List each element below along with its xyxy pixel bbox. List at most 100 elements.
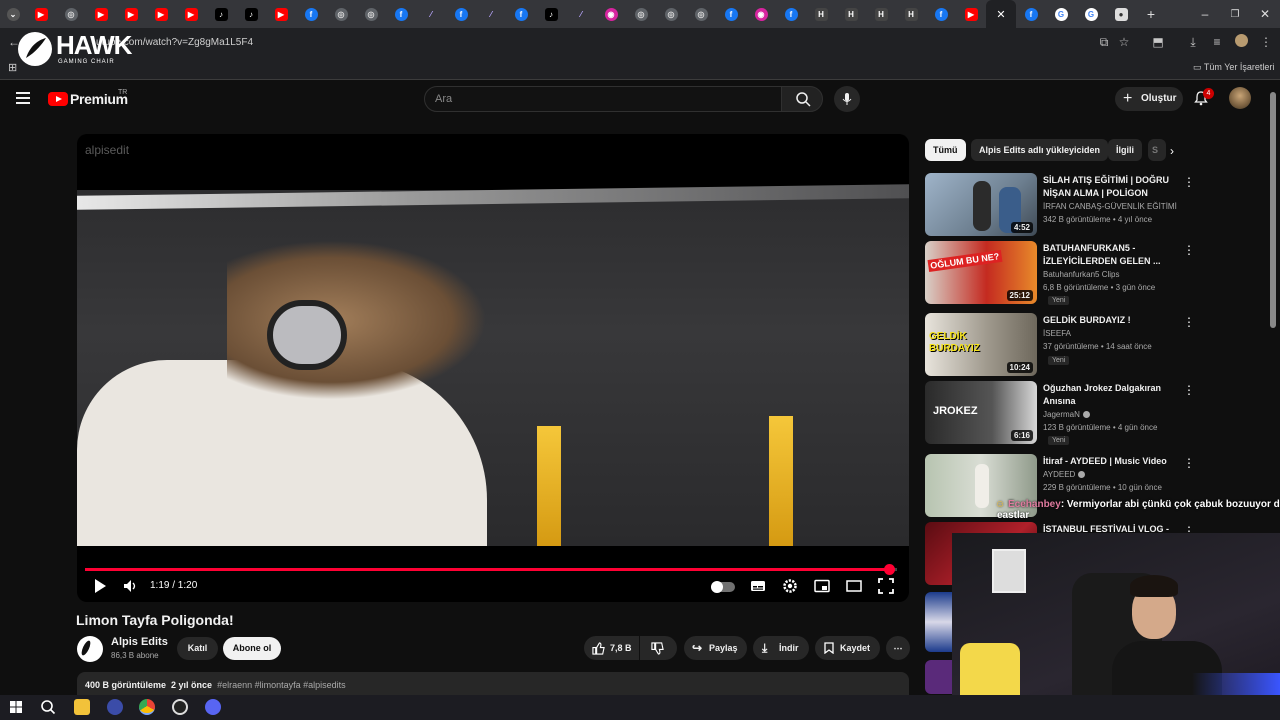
account-avatar[interactable] — [1229, 87, 1251, 109]
more-actions-button[interactable]: ⋯ — [886, 636, 910, 660]
settings-gear-icon[interactable] — [782, 578, 798, 594]
more-vertical-icon[interactable]: ⋮ — [1183, 315, 1195, 329]
more-vertical-icon[interactable]: ⋮ — [1183, 175, 1195, 189]
window-minimize-icon[interactable]: – — [1190, 0, 1220, 28]
recommendation-title[interactable]: GELDİK BURDAYIZ ! — [1043, 314, 1183, 327]
progress-scrubber-handle[interactable] — [883, 564, 895, 575]
video-thumbnail[interactable]: 4:52 — [925, 173, 1037, 236]
youtube-play-logo-icon[interactable] — [48, 92, 68, 106]
hashtags[interactable]: #elraenn #limontayfa #alpisedits — [217, 680, 346, 690]
create-button[interactable]: + Oluştur — [1115, 87, 1183, 111]
tab-feather-icon[interactable]: ⁄ — [416, 0, 446, 28]
recommendation-title[interactable]: BATUHANFURKAN5 - İZLEYİCİLERDEN GELEN ..… — [1043, 242, 1183, 268]
chip-all[interactable]: Tümü — [925, 139, 966, 161]
extensions-icon[interactable]: ⬒ — [1150, 34, 1166, 50]
recommendation-channel[interactable]: İRFAN CANBAŞ-GÜVENLİK EĞİTİMİ — [1043, 202, 1177, 211]
address-bar[interactable]: utube.com/watch?v=Zg8gMa1L5F4 — [96, 33, 1146, 53]
tab-youtube-icon[interactable]: ▶ — [176, 0, 206, 28]
subtitles-icon[interactable] — [750, 578, 766, 594]
window-restore-icon[interactable]: ❐ — [1220, 0, 1250, 28]
video-thumbnail[interactable]: GELDİK BURDAYIZ 10:24 — [925, 313, 1037, 376]
recommendation-item[interactable]: GELDİK BURDAYIZ 10:24 GELDİK BURDAYIZ ! … — [925, 313, 1265, 377]
tab-globe-icon[interactable]: ◎ — [356, 0, 386, 28]
video-thumbnail[interactable]: JROKEZ 6:16 — [925, 381, 1037, 444]
install-app-icon[interactable]: ⧉ — [1096, 34, 1112, 50]
tab-youtube-icon[interactable]: ▶ — [956, 0, 986, 28]
tab-youtube-icon[interactable]: ▶ — [26, 0, 56, 28]
tab-facebook-icon[interactable]: f — [506, 0, 536, 28]
autoplay-toggle[interactable] — [711, 581, 735, 593]
download-icon[interactable]: ⤓ — [1185, 34, 1201, 50]
browser-menu-icon[interactable]: ⋮ — [1258, 34, 1274, 50]
discord-icon[interactable] — [205, 699, 221, 715]
channel-avatar[interactable] — [77, 636, 103, 662]
tab-h-icon[interactable]: H — [836, 0, 866, 28]
more-vertical-icon[interactable]: ⋮ — [1183, 456, 1195, 470]
chip-related[interactable]: İlgili — [1108, 139, 1142, 161]
join-button[interactable]: Katıl — [177, 637, 218, 660]
recommendation-title[interactable]: Oğuzhan Jrokez Dalgakıran Anısına — [1043, 382, 1183, 408]
tab-youtube-icon[interactable]: ▶ — [116, 0, 146, 28]
tab-tiktok-icon[interactable]: ♪ — [206, 0, 236, 28]
tab-profile-icon[interactable]: ● — [1106, 0, 1136, 28]
tab-facebook-icon[interactable]: f — [386, 0, 416, 28]
tab-globe-icon[interactable]: ◎ — [626, 0, 656, 28]
all-bookmarks-folder[interactable]: ▭ Tüm Yer İşaretleri — [1193, 62, 1274, 73]
taskbar-search-icon[interactable] — [40, 699, 56, 715]
recommendation-item[interactable]: 4:52 SİLAH ATIŞ EĞİTİMİ | DOĞRU NİŞAN AL… — [925, 173, 1265, 237]
tab-h-icon[interactable]: H — [806, 0, 836, 28]
theater-mode-icon[interactable] — [846, 578, 862, 594]
file-explorer-icon[interactable] — [74, 699, 90, 715]
search-button[interactable] — [781, 86, 823, 112]
page-scrollbar[interactable] — [1270, 92, 1276, 328]
tab-facebook-icon[interactable]: f — [296, 0, 326, 28]
recommendation-thumbnail-partial[interactable] — [925, 592, 952, 652]
reading-list-icon[interactable]: ≡ — [1209, 34, 1225, 50]
active-tab-close-icon[interactable]: ✕ — [986, 0, 1016, 28]
chevron-right-icon[interactable]: › — [1170, 144, 1174, 158]
tab-facebook-icon[interactable]: f — [926, 0, 956, 28]
subscribe-button[interactable]: Abone ol — [223, 637, 281, 660]
recommendation-item[interactable]: JROKEZ 6:16 Oğuzhan Jrokez Dalgakıran An… — [925, 381, 1265, 445]
obs-icon[interactable] — [172, 699, 188, 715]
tab-globe-icon[interactable]: ◎ — [686, 0, 716, 28]
bookmark-star-icon[interactable]: ☆ — [1116, 34, 1132, 50]
tab-youtube-icon[interactable]: ▶ — [266, 0, 296, 28]
tab-feather-icon[interactable]: ⁄ — [476, 0, 506, 28]
video-thumbnail[interactable]: OĞLUM BU NE? 25:12 — [925, 241, 1037, 304]
share-button[interactable]: ↪ Paylaş — [684, 636, 747, 660]
channel-name[interactable]: Alpis Edits — [111, 636, 168, 648]
save-button[interactable]: Kaydet — [815, 636, 880, 660]
apps-grid-icon[interactable]: ⊞ — [8, 61, 17, 74]
chip-from-uploader[interactable]: Alpis Edits adlı yükleyiciden — [971, 139, 1109, 161]
play-icon[interactable] — [93, 578, 107, 594]
volume-icon[interactable] — [123, 578, 139, 594]
new-tab-plus-icon[interactable]: + — [1136, 0, 1166, 28]
windows-start-icon[interactable] — [8, 699, 24, 715]
tab-youtube-icon[interactable]: ▶ — [146, 0, 176, 28]
tab-globe-icon[interactable]: ◎ — [326, 0, 356, 28]
recommendation-channel[interactable]: AYDEED — [1043, 470, 1086, 479]
tab-search-chevron-icon[interactable]: ⌄ — [0, 0, 26, 28]
video-frame[interactable] — [77, 184, 909, 546]
tab-globe-icon[interactable]: ◎ — [656, 0, 686, 28]
tab-facebook-icon[interactable]: f — [1016, 0, 1046, 28]
recommendation-channel[interactable]: İSEEFA — [1043, 329, 1071, 338]
video-player[interactable]: alpisedit 1:19 / 1:20 — [77, 134, 909, 602]
download-button[interactable]: ⤓ İndir — [753, 636, 809, 660]
miniplayer-icon[interactable] — [814, 578, 830, 594]
chip-partial[interactable]: S — [1148, 139, 1166, 161]
dislike-button[interactable] — [640, 636, 677, 660]
tab-google-icon[interactable]: G — [1076, 0, 1106, 28]
tab-tiktok-icon[interactable]: ♪ — [536, 0, 566, 28]
recommendation-title[interactable]: SİLAH ATIŞ EĞİTİMİ | DOĞRU NİŞAN ALMA | … — [1043, 174, 1183, 200]
tab-instagram-icon[interactable]: ◉ — [596, 0, 626, 28]
window-close-icon[interactable]: ✕ — [1250, 0, 1280, 28]
fullscreen-icon[interactable] — [878, 578, 894, 594]
more-vertical-icon[interactable]: ⋮ — [1183, 383, 1195, 397]
progress-bar[interactable] — [85, 564, 897, 575]
profile-avatar-icon[interactable] — [1233, 34, 1249, 50]
tab-youtube-icon[interactable]: ▶ — [86, 0, 116, 28]
recommendation-title[interactable]: İtiraf - AYDEED | Music Video — [1043, 455, 1183, 468]
tab-feather-icon[interactable]: ⁄ — [566, 0, 596, 28]
